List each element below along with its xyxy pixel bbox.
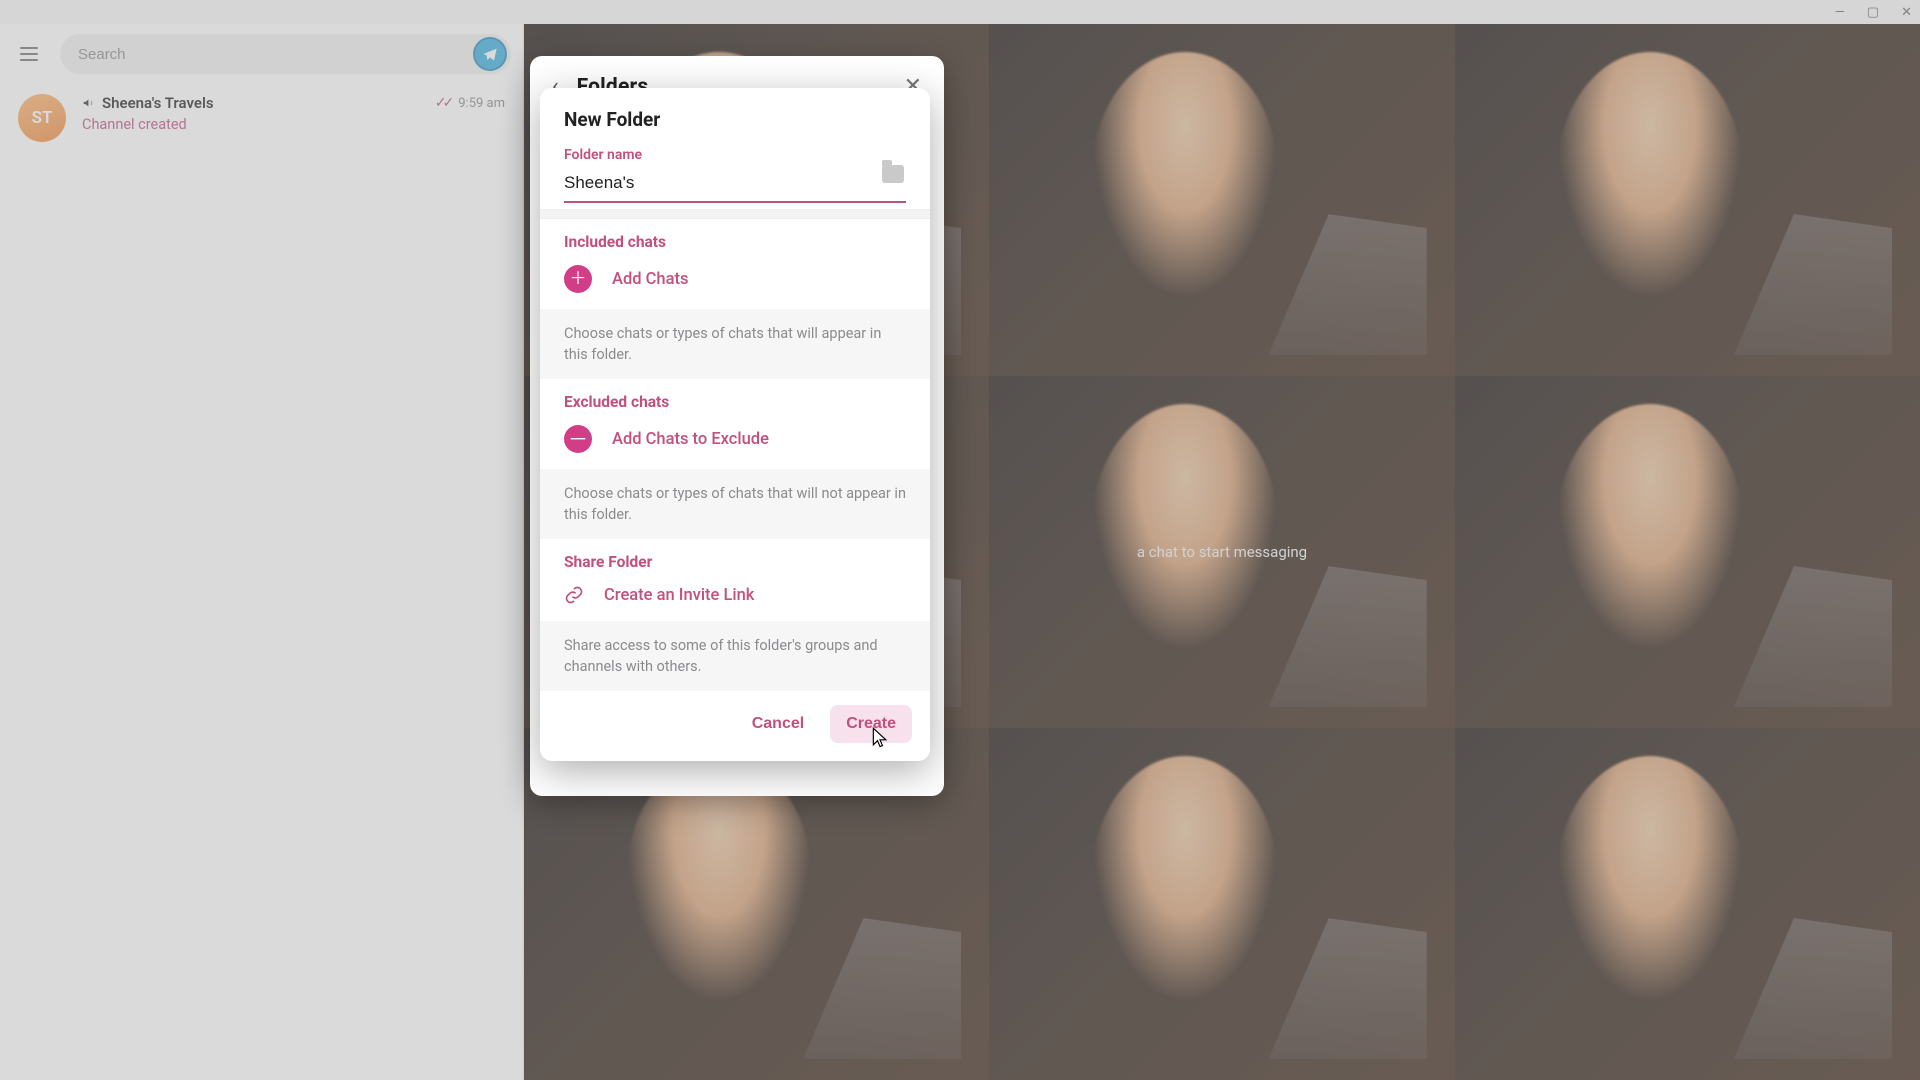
- share-folder-title: Share Folder: [540, 539, 930, 579]
- add-chats-button[interactable]: ＋ Add Chats: [540, 259, 930, 309]
- minus-icon: －: [564, 425, 592, 453]
- create-invite-link-label: Create an Invite Link: [604, 586, 754, 605]
- add-chats-label: Add Chats: [612, 270, 688, 289]
- included-chats-title: Included chats: [540, 219, 930, 259]
- folder-name-input[interactable]: [564, 169, 906, 203]
- share-helper-text: Share access to some of this folder's gr…: [540, 621, 930, 691]
- excluded-chats-title: Excluded chats: [540, 379, 930, 419]
- add-exclude-chats-label: Add Chats to Exclude: [612, 430, 769, 449]
- create-invite-link-button[interactable]: Create an Invite Link: [540, 579, 930, 621]
- add-exclude-chats-button[interactable]: － Add Chats to Exclude: [540, 419, 930, 469]
- create-button[interactable]: Create: [830, 705, 912, 743]
- excluded-helper-text: Choose chats or types of chats that will…: [540, 469, 930, 539]
- link-icon: [564, 585, 584, 605]
- dialog-title: New Folder: [564, 108, 906, 131]
- plus-icon: ＋: [564, 265, 592, 293]
- cancel-button[interactable]: Cancel: [736, 705, 820, 743]
- folder-icon[interactable]: [882, 165, 904, 183]
- backdrop-light: [0, 0, 1920, 1080]
- included-helper-text: Choose chats or types of chats that will…: [540, 309, 930, 379]
- new-folder-dialog: New Folder Folder name Included chats ＋ …: [540, 88, 930, 761]
- folder-name-label: Folder name: [564, 147, 906, 163]
- divider: [540, 209, 930, 219]
